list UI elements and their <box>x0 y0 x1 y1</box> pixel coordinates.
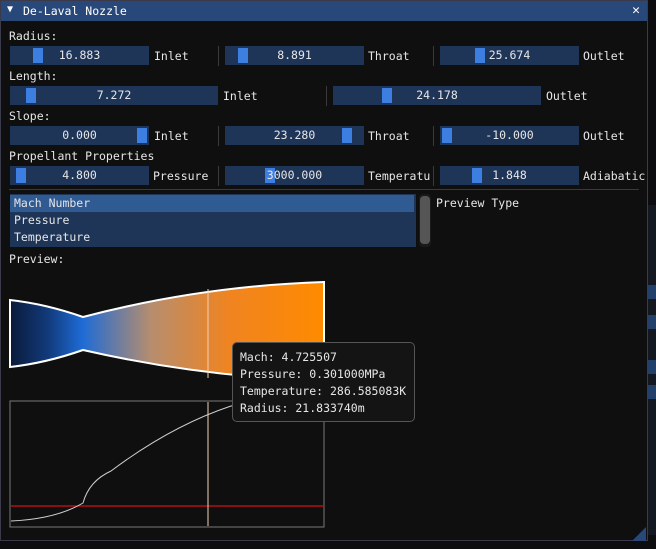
tooltip-pressure: Pressure: 0.301000MPa <box>240 367 386 381</box>
tooltip-mach: Mach: 4.725507 <box>240 350 337 364</box>
tooltip: Mach: 4.725507 Pressure: 0.301000MPa Tem… <box>232 342 415 422</box>
nozzle-window: ▼ De-Laval Nozzle ✕ Radius: 16.883 Inlet… <box>0 0 648 541</box>
tooltip-radius: Radius: 21.833740m <box>240 401 365 415</box>
nozzle-preview <box>9 280 325 528</box>
tooltip-temperature: Temperature: 286.585083K <box>240 384 407 398</box>
background-window-edge <box>648 205 656 535</box>
resize-grip[interactable] <box>632 527 646 541</box>
